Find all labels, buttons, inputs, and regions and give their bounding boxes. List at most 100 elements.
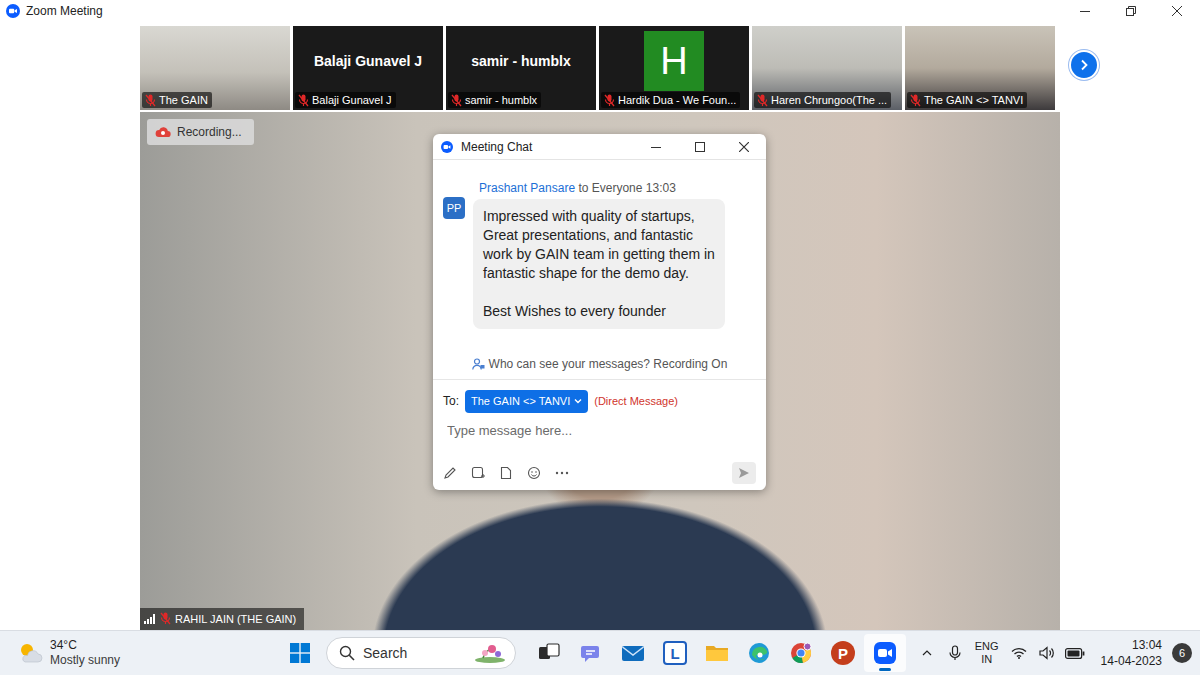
volume-icon[interactable] bbox=[1035, 638, 1059, 668]
signal-bars-icon bbox=[144, 614, 156, 624]
launcher-app-button[interactable]: L bbox=[654, 634, 696, 672]
recording-indicator[interactable]: Recording... bbox=[147, 119, 254, 145]
restore-icon[interactable] bbox=[1108, 0, 1154, 22]
active-speaker-video: Recording... RAHIL JAIN (THE GAIN) Meeti… bbox=[140, 112, 1060, 630]
weather-widget[interactable]: 34°C Mostly sunny bbox=[0, 638, 280, 668]
muted-mic-icon bbox=[910, 94, 921, 107]
minimize-icon[interactable] bbox=[634, 134, 678, 160]
message-meta: Prashant Pansare to Everyone 13:03 bbox=[479, 181, 725, 195]
participant-label-text: The GAIN <> TANVI bbox=[924, 93, 1023, 107]
zoom-app-button[interactable] bbox=[864, 634, 906, 672]
format-icon[interactable] bbox=[441, 464, 459, 482]
participant-label-text: Balaji Gunavel J bbox=[312, 93, 392, 107]
search-highlight-icon bbox=[473, 642, 507, 664]
speaker-mic-icon bbox=[160, 612, 171, 625]
participant-label-text: Haren Chrungoo(The ... bbox=[771, 93, 887, 107]
explorer-app-button[interactable] bbox=[696, 634, 738, 672]
sender-avatar: PP bbox=[443, 197, 465, 219]
participant-label: The GAIN bbox=[142, 92, 212, 108]
recipient-name: The GAIN <> TANVI bbox=[471, 393, 570, 410]
person-lock-icon bbox=[472, 358, 485, 370]
muted-mic-icon bbox=[757, 94, 768, 107]
taskview-app-button[interactable] bbox=[528, 634, 570, 672]
close-icon[interactable] bbox=[1154, 0, 1200, 22]
message-input[interactable] bbox=[433, 417, 766, 445]
participant-label-text: samir - humblx bbox=[465, 93, 537, 107]
windows-start-icon[interactable] bbox=[280, 634, 320, 672]
edge-app-button[interactable] bbox=[738, 634, 780, 672]
next-page-icon[interactable] bbox=[1069, 50, 1099, 80]
language-indicator[interactable]: ENG IN bbox=[971, 640, 1003, 666]
participant-tile[interactable]: Balaji Gunavel JBalaji Gunavel J bbox=[293, 26, 443, 110]
participant-tile[interactable]: The GAIN bbox=[140, 26, 290, 110]
muted-mic-icon bbox=[451, 94, 462, 107]
participant-label-text: Hardik Dua - We Foun... bbox=[618, 93, 736, 107]
muted-mic-icon bbox=[145, 94, 156, 107]
taskbar-search[interactable]: Search bbox=[326, 637, 516, 669]
participant-tiles: The GAIN Balaji Gunavel JBalaji Gunavel J… bbox=[140, 26, 1055, 110]
chat-icon bbox=[580, 642, 602, 664]
sender-name[interactable]: Prashant Pansare bbox=[479, 181, 575, 195]
to-label: To: bbox=[443, 392, 459, 410]
recipient-row: To: The GAIN <> TANVI (Direct Message) bbox=[433, 380, 766, 417]
participant-label: Hardik Dua - We Foun... bbox=[601, 92, 740, 108]
participant-tile[interactable]: Haren Chrungoo(The ... bbox=[752, 26, 902, 110]
maximize-icon[interactable] bbox=[678, 134, 722, 160]
weather-condition: Mostly sunny bbox=[50, 653, 120, 668]
close-icon[interactable] bbox=[722, 134, 766, 160]
recording-label: Recording... bbox=[177, 123, 242, 141]
emoji-icon[interactable] bbox=[525, 464, 543, 482]
chat-visibility-notice[interactable]: Who can see your messages? Recording On bbox=[433, 353, 766, 380]
speaker-label: RAHIL JAIN (THE GAIN) bbox=[140, 608, 304, 631]
participant-label: Balaji Gunavel J bbox=[295, 92, 396, 108]
microphone-icon[interactable] bbox=[943, 638, 967, 668]
participant-label-text: The GAIN bbox=[159, 93, 208, 107]
chat-messages: PP Prashant Pansare to Everyone 13:03 Impr… bbox=[433, 160, 766, 353]
notification-count[interactable]: 6 bbox=[1172, 643, 1192, 663]
participant-tile[interactable]: samir - humblxsamir - humblx bbox=[446, 26, 596, 110]
zoom-logo-icon bbox=[441, 141, 453, 153]
participant-tile[interactable]: The GAIN <> TANVI bbox=[905, 26, 1055, 110]
participant-tile[interactable]: H Hardik Dua - We Foun... bbox=[599, 26, 749, 110]
meeting-chat-window[interactable]: Meeting Chat PP Prashant Pansare to Every… bbox=[433, 134, 766, 490]
launcher-icon: L bbox=[663, 641, 687, 665]
region-code: IN bbox=[975, 653, 999, 666]
zoom-window: Zoom Meeting The GAIN Balaji Gunavel JBal… bbox=[0, 0, 1200, 675]
window-title: Zoom Meeting bbox=[26, 4, 103, 18]
gallery-strip: The GAIN Balaji Gunavel JBalaji Gunavel J… bbox=[0, 22, 1200, 112]
edge-icon bbox=[748, 642, 770, 664]
chrome-icon bbox=[790, 642, 812, 664]
mail-app-button[interactable] bbox=[612, 634, 654, 672]
chevron-up-icon[interactable] bbox=[915, 638, 939, 668]
chat-app-button[interactable] bbox=[570, 634, 612, 672]
participant-avatar: H bbox=[644, 31, 704, 91]
file-icon[interactable] bbox=[497, 464, 515, 482]
send-icon[interactable] bbox=[732, 462, 756, 484]
cloud-record-icon bbox=[155, 126, 171, 138]
more-icon[interactable] bbox=[553, 464, 571, 482]
message-time: 13:03 bbox=[646, 181, 676, 195]
battery-icon[interactable] bbox=[1063, 638, 1087, 668]
clock-date: 14-04-2023 bbox=[1101, 653, 1162, 669]
powerpoint-app-button[interactable]: P bbox=[822, 634, 864, 672]
recipient-dropdown[interactable]: The GAIN <> TANVI bbox=[465, 390, 588, 413]
title-bar: Zoom Meeting bbox=[0, 0, 1200, 22]
mail-icon bbox=[621, 643, 645, 663]
taskbar-apps: LP bbox=[528, 634, 906, 672]
powerpoint-icon: P bbox=[831, 641, 855, 665]
clock-time: 13:04 bbox=[1101, 637, 1162, 653]
taskbar: 34°C Mostly sunny Search LP ENG IN 13:04… bbox=[0, 630, 1200, 675]
search-icon bbox=[339, 645, 355, 661]
minimize-icon[interactable] bbox=[1062, 0, 1108, 22]
direct-message-note: (Direct Message) bbox=[594, 393, 678, 410]
chat-message: PPPrashant Pansare to Everyone 13:03Impr… bbox=[443, 186, 742, 329]
message-bubble: Impressed with quality of startups, Grea… bbox=[473, 199, 725, 329]
weather-temperature: 34°C bbox=[50, 638, 120, 653]
to-word: to bbox=[578, 181, 588, 195]
chat-header: Meeting Chat bbox=[433, 134, 766, 160]
wifi-icon[interactable] bbox=[1007, 638, 1031, 668]
clock[interactable]: 13:04 14-04-2023 bbox=[1091, 637, 1168, 669]
speaker-name: RAHIL JAIN (THE GAIN) bbox=[175, 611, 296, 628]
chrome-app-button[interactable] bbox=[780, 634, 822, 672]
screenshot-icon[interactable] bbox=[469, 464, 487, 482]
